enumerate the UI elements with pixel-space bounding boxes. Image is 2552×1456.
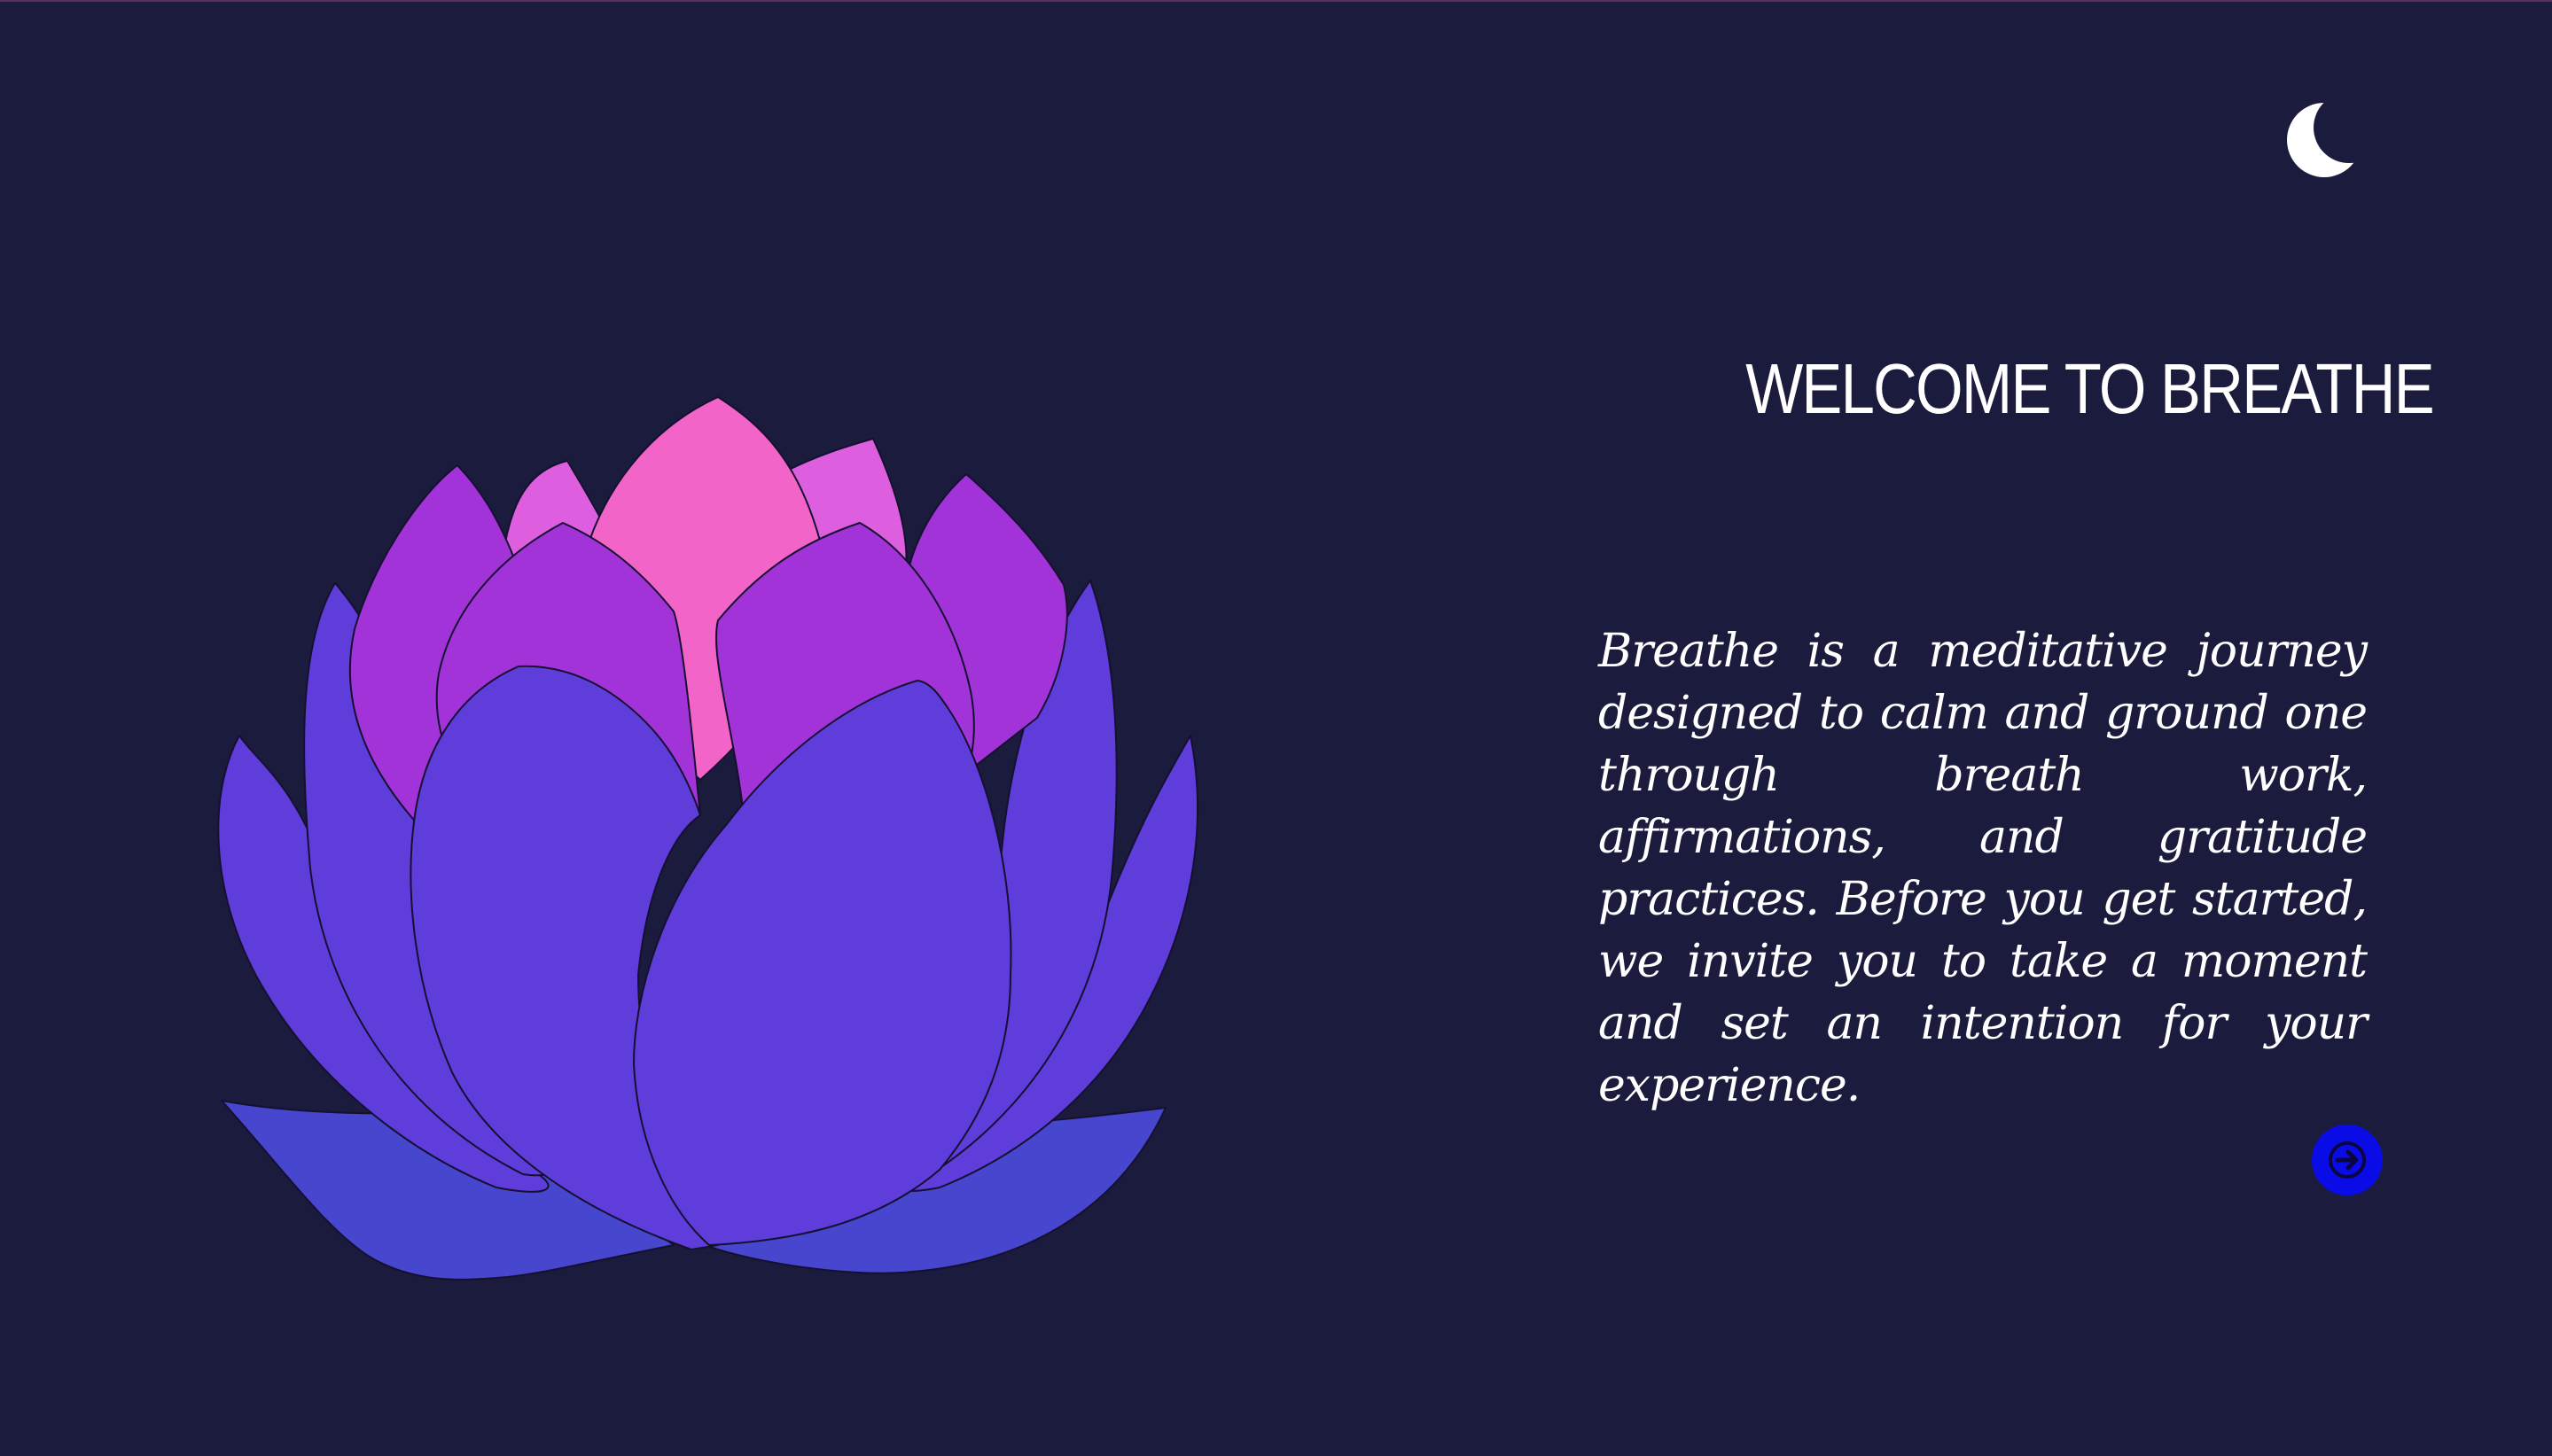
next-button[interactable] <box>2312 1125 2383 1195</box>
lotus-illustration <box>217 396 1199 1281</box>
top-border <box>0 0 2552 2</box>
crescent-moon-icon[interactable] <box>2287 96 2376 184</box>
page-title: WELCOME TO BREATHE <box>1745 349 2434 428</box>
welcome-screen: WELCOME TO BREATHE Breathe is a meditati… <box>0 0 2552 1456</box>
intro-description: Breathe is a meditative journey designed… <box>1598 625 2368 1112</box>
arrow-right-circle-icon <box>2329 1141 2366 1179</box>
